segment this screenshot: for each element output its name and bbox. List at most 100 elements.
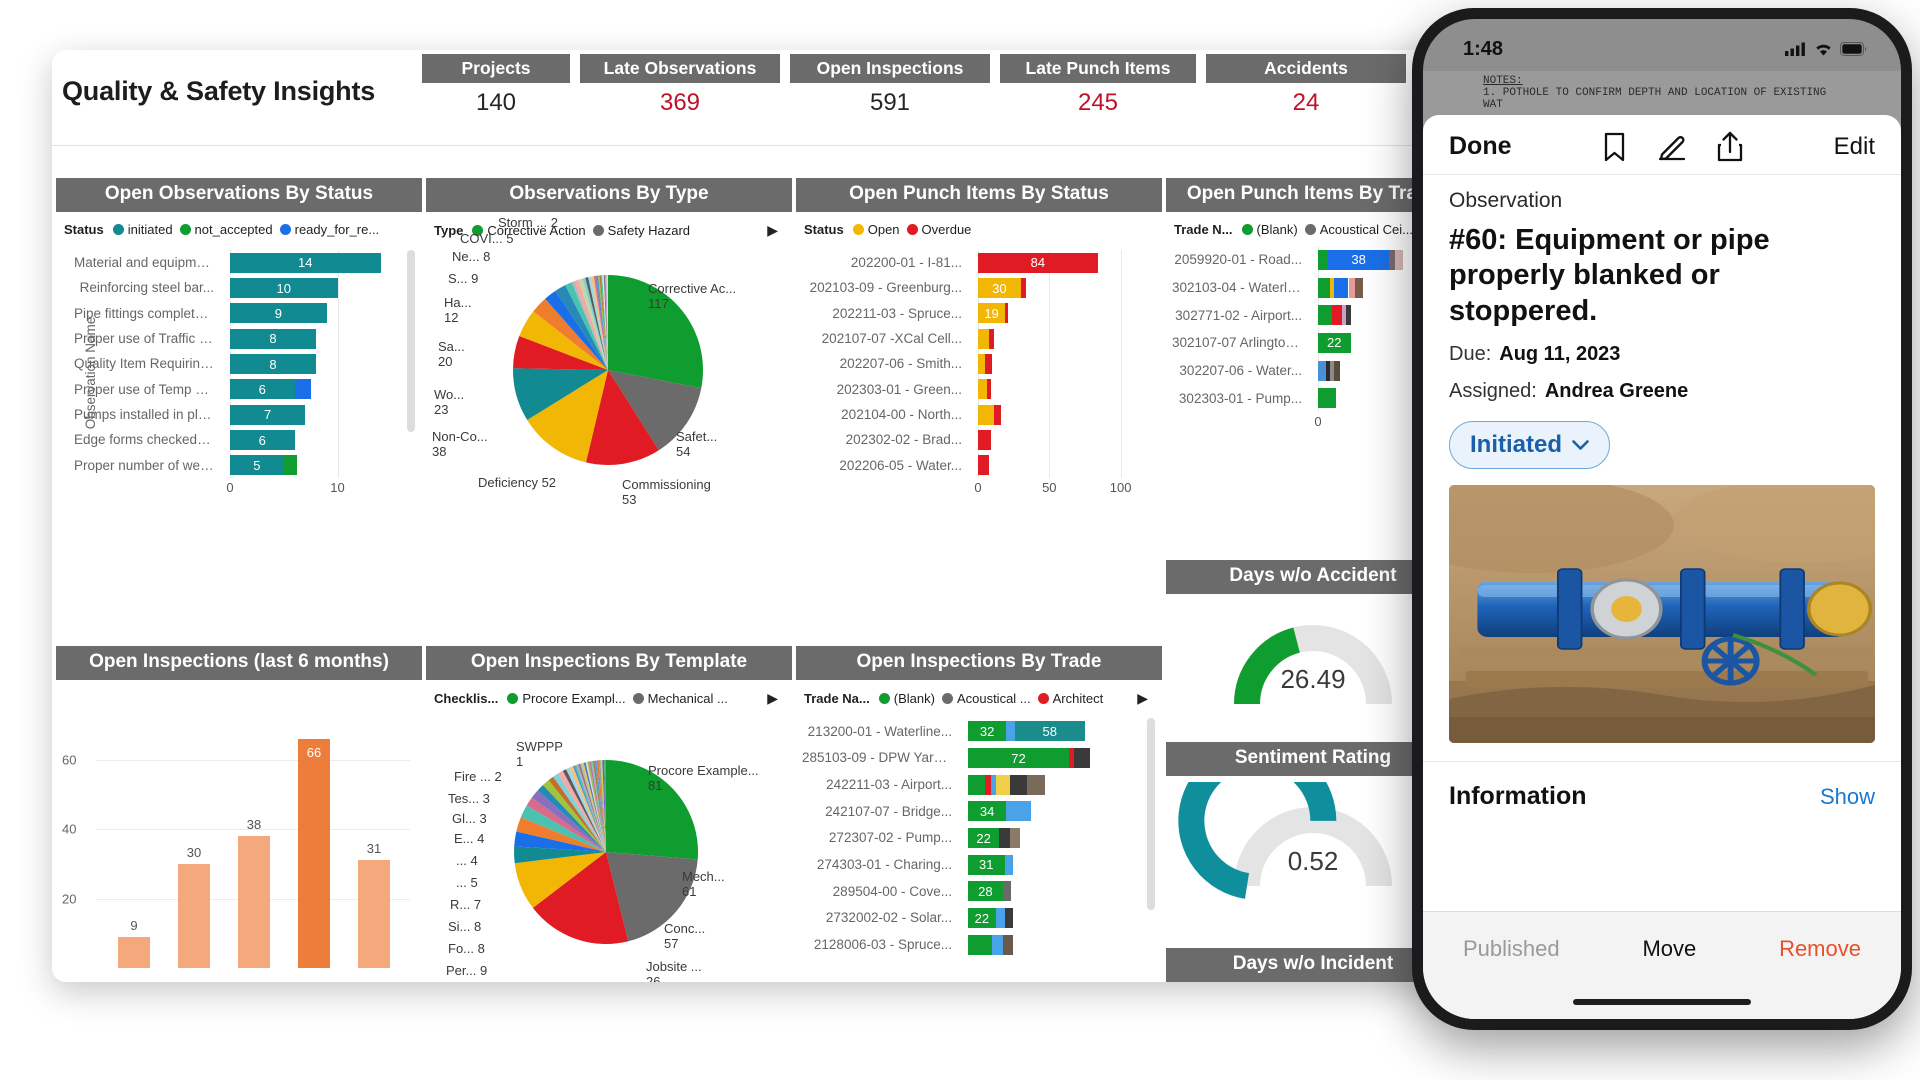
show-button[interactable]: Show <box>1820 784 1875 810</box>
information-row[interactable]: Information Show <box>1423 761 1901 827</box>
pie-chart-inspections-template[interactable]: Procore Example... 81 Mech... 61 Conc... 57 Jo… <box>426 702 792 982</box>
bar-segment[interactable] <box>1346 305 1351 326</box>
bar-segment[interactable] <box>986 379 991 400</box>
published-button[interactable]: Published <box>1463 936 1560 962</box>
bar-chart-inspections-trade[interactable]: 213200-01 - Waterline... 285103-09 - DPW… <box>802 718 1158 978</box>
bar-segment[interactable] <box>1004 908 1014 928</box>
bar-segment[interactable] <box>1006 721 1015 742</box>
legend-item[interactable]: Overdue <box>906 222 971 237</box>
bar-segment[interactable] <box>978 328 990 349</box>
bar-segment[interactable]: 22 <box>1318 332 1351 353</box>
bar-column[interactable] <box>178 863 210 968</box>
bar-segment[interactable] <box>1006 801 1031 822</box>
kpi-card-projects[interactable]: Projects 140 <box>422 54 570 117</box>
pie-svg[interactable] <box>426 230 792 502</box>
bar-segment[interactable] <box>995 774 1010 795</box>
scrollbar[interactable] <box>407 250 415 433</box>
bar-segment[interactable] <box>995 908 1005 928</box>
bar-segment[interactable] <box>1004 854 1014 875</box>
bar-segment[interactable] <box>1395 249 1404 270</box>
compose-icon[interactable] <box>1657 132 1687 162</box>
bar-segment[interactable] <box>978 455 990 476</box>
bar-segment[interactable]: 8 <box>230 354 316 374</box>
kpi-card-late-observations[interactable]: Late Observations 369 <box>580 54 780 117</box>
bar-segment[interactable]: 38 <box>1328 249 1390 270</box>
bar-segment[interactable]: 84 <box>978 252 1098 273</box>
bookmark-icon[interactable] <box>1602 132 1627 162</box>
column-chart-open-inspections[interactable]: 20 40 60 9 30 38 66 31 <box>62 692 416 982</box>
bar-segment[interactable] <box>1074 748 1090 768</box>
kpi-card-late-punch-items[interactable]: Late Punch Items 245 <box>1000 54 1196 117</box>
bar-segment[interactable] <box>1318 388 1337 409</box>
bar-segment[interactable] <box>1009 774 1028 795</box>
bar-chart-punch-status[interactable]: 202200-01 - I-81... 202103-09 - Greenbur… <box>802 250 1158 498</box>
bar-segment[interactable]: 22 <box>968 828 1000 848</box>
legend-item[interactable]: (Blank) <box>878 691 935 706</box>
scrollbar[interactable] <box>1147 718 1155 910</box>
kpi-card-open-inspections[interactable]: Open Inspections 591 <box>790 54 990 117</box>
bar-column[interactable] <box>238 836 270 968</box>
bar-segment[interactable] <box>978 379 987 400</box>
bar-segment[interactable] <box>989 328 994 349</box>
legend-item[interactable]: not_accepted <box>179 222 273 237</box>
bar-segment[interactable]: 31 <box>968 854 1005 875</box>
bar-column[interactable] <box>298 738 330 968</box>
bar-segment[interactable]: 28 <box>968 881 1003 902</box>
bar-segment[interactable]: 30 <box>978 278 1021 298</box>
bar-segment[interactable]: 7 <box>230 404 306 425</box>
legend-item[interactable]: Acoustical Cei... <box>1304 222 1413 237</box>
legend-next-icon[interactable]: ▶ <box>1137 690 1156 707</box>
bar-segment[interactable]: 72 <box>968 748 1069 768</box>
legend-item[interactable]: Acoustical ... <box>941 691 1031 706</box>
bar-segment[interactable] <box>999 828 1010 848</box>
bar-segment[interactable] <box>1332 305 1343 326</box>
bar-segment[interactable]: 34 <box>968 801 1007 822</box>
bar-segment[interactable] <box>1027 774 1045 795</box>
bar-segment[interactable]: 10 <box>230 278 338 298</box>
bar-segment[interactable] <box>1002 934 1014 955</box>
bar-segment[interactable] <box>1318 360 1327 381</box>
kpi-card-accidents[interactable]: Accidents 24 <box>1206 54 1406 117</box>
status-dropdown[interactable]: Initiated <box>1449 421 1611 470</box>
bar-segment[interactable] <box>1009 828 1021 848</box>
bar-segment[interactable]: 32 <box>968 721 1007 742</box>
bar-segment[interactable] <box>283 455 297 476</box>
bar-segment[interactable] <box>1318 249 1329 270</box>
bar-segment[interactable] <box>1318 277 1331 298</box>
bar-segment[interactable] <box>1354 277 1363 298</box>
bar-segment[interactable] <box>978 404 994 425</box>
done-button[interactable]: Done <box>1449 132 1512 161</box>
bar-segment[interactable]: 19 <box>978 303 1006 324</box>
bar-segment[interactable] <box>968 774 986 795</box>
pie-chart-observations-type[interactable]: Corrective Ac... 117 Safet... 54 Commissioni… <box>426 215 792 507</box>
bar-segment[interactable]: 9 <box>230 303 327 324</box>
bar-segment[interactable] <box>294 379 311 400</box>
bar-segment[interactable]: 14 <box>230 252 381 273</box>
legend-item[interactable]: initiated <box>112 222 173 237</box>
remove-button[interactable]: Remove <box>1779 936 1861 962</box>
move-button[interactable]: Move <box>1642 936 1696 962</box>
bar-segment[interactable] <box>992 934 1003 955</box>
bar-segment[interactable] <box>1334 277 1349 298</box>
bar-segment[interactable]: 58 <box>1014 721 1085 742</box>
bar-segment[interactable] <box>993 404 1001 425</box>
share-icon[interactable] <box>1717 131 1743 162</box>
legend-item[interactable]: (Blank) <box>1241 222 1298 237</box>
bar-chart-observations-status[interactable]: Material and equipme... Reinforcing stee… <box>74 250 418 498</box>
bar-segment[interactable] <box>1318 305 1333 326</box>
observation-photo[interactable] <box>1449 485 1875 744</box>
bar-segment[interactable]: 6 <box>230 430 295 450</box>
legend-item[interactable]: ready_for_re... <box>279 222 379 237</box>
legend-item[interactable]: Open <box>852 222 900 237</box>
bar-segment[interactable] <box>1002 881 1012 902</box>
bar-segment[interactable]: 8 <box>230 328 316 349</box>
edit-button[interactable]: Edit <box>1834 133 1875 161</box>
bar-column[interactable] <box>358 860 390 968</box>
bar-segment[interactable] <box>968 934 993 955</box>
bar-segment[interactable] <box>978 430 991 450</box>
bar-segment[interactable] <box>1334 360 1341 381</box>
bar-segment[interactable] <box>1020 278 1027 298</box>
bar-segment[interactable]: 5 <box>230 455 284 476</box>
bar-segment[interactable] <box>985 354 993 374</box>
bar-segment[interactable] <box>978 354 986 374</box>
